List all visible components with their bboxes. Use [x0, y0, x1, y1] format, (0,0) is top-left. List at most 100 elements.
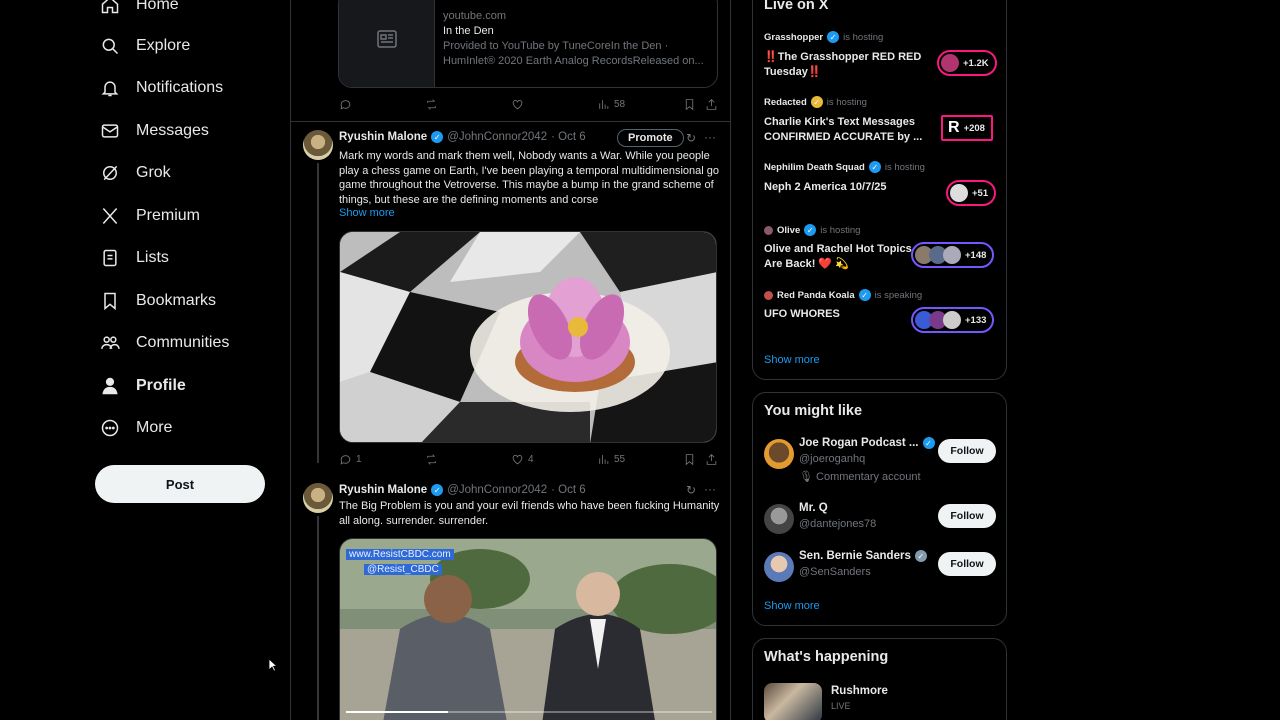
space-host[interactable]: Red Panda Koala ✓ is speaking — [764, 288, 922, 302]
views-button[interactable]: 58 — [597, 98, 625, 111]
grok-analyze-icon[interactable]: ↻ — [684, 483, 698, 497]
tweet-image[interactable] — [339, 231, 717, 443]
nav-communities[interactable]: Communities — [100, 323, 229, 363]
trend-name[interactable]: Rushmore — [831, 685, 888, 697]
nav-profile-label: Profile — [136, 377, 186, 394]
views-icon — [599, 99, 609, 109]
trend-thumbnail[interactable] — [764, 683, 822, 720]
live-title: Live on X — [764, 0, 829, 13]
grok-analyze-icon[interactable]: ↻ — [684, 131, 698, 145]
suggested-user[interactable]: Mr. Q @dantejones78 Follow — [764, 502, 996, 542]
space-host[interactable]: Olive ✓ is hosting — [764, 223, 860, 237]
nav-home-label: Home — [136, 0, 179, 13]
author-handle[interactable]: @JohnConnor2042 — [447, 484, 547, 496]
suggested-user[interactable]: Joe Rogan Podcast ... ✓ @joeroganhq 🎙 Com… — [764, 437, 996, 483]
nav-explore[interactable]: Explore — [100, 26, 190, 66]
suggest-show-more[interactable]: Show more — [764, 600, 820, 612]
show-more-link[interactable]: Show more — [339, 207, 395, 219]
list-icon — [103, 249, 117, 267]
space-host[interactable]: Grasshopper ✓ is hosting — [764, 30, 883, 44]
link-preview-card[interactable]: youtube.com In the Den Provided to YouTu… — [338, 0, 718, 88]
more-options-icon[interactable]: ··· — [703, 482, 717, 496]
thread-line — [317, 516, 319, 720]
space-listeners-pill[interactable]: +148 — [911, 242, 995, 268]
nav-more[interactable]: More — [100, 408, 172, 448]
live-show-more[interactable]: Show more — [764, 354, 820, 366]
reply-icon — [340, 454, 351, 465]
views-button[interactable]: 55 — [597, 453, 625, 466]
avatar[interactable] — [303, 130, 333, 160]
commentary-note-text: Commentary account — [816, 471, 921, 483]
tweet-video[interactable]: www.ResistCBDC.com @Resist_CBDC — [339, 538, 717, 720]
share-icon — [706, 98, 717, 110]
heart-icon — [512, 454, 523, 464]
suggested-user[interactable]: Sen. Bernie Sanders ✓ @SenSanders Follow — [764, 550, 996, 590]
whats-happening-panel: What's happening Rushmore LIVE — [752, 638, 1007, 720]
space-listeners-pill[interactable]: +1.2K — [937, 50, 997, 76]
nav-lists[interactable]: Lists — [100, 238, 169, 278]
nav-bookmarks[interactable]: Bookmarks — [100, 281, 216, 321]
space-listeners-pill[interactable]: +133 — [911, 307, 995, 333]
tweet0-actions: 58 — [339, 96, 719, 112]
suggested-name: Joe Rogan Podcast ... ✓ — [799, 437, 935, 449]
nav-premium[interactable]: Premium — [100, 196, 200, 236]
author-handle[interactable]: @JohnConnor2042 — [447, 131, 547, 143]
suggested-name: Sen. Bernie Sanders ✓ — [799, 550, 927, 562]
repost-button[interactable] — [425, 453, 438, 466]
nav-bookmarks-label: Bookmarks — [136, 292, 217, 309]
bookmark-button[interactable] — [683, 98, 696, 111]
commentary-icon: 🎙 — [799, 471, 817, 483]
share-button[interactable] — [705, 453, 718, 466]
follow-button[interactable]: Follow — [938, 504, 996, 528]
nav-notifications[interactable]: Notifications — [100, 68, 223, 108]
trend-status: LIVE — [831, 701, 851, 711]
like-button[interactable]: 4 — [511, 453, 534, 466]
host-name: Olive — [777, 224, 801, 236]
promote-button[interactable]: Promote — [617, 129, 684, 147]
nav-messages[interactable]: Messages — [100, 111, 209, 151]
author-name[interactable]: Ryushin Malone — [339, 131, 427, 143]
space-title[interactable]: Olive and Rachel Hot Topics Are Back! ❤️… — [764, 242, 929, 271]
like-button[interactable] — [511, 98, 524, 111]
space-title[interactable]: Charlie Kirk's Text Messages CONFIRMED A… — [764, 115, 929, 144]
tweet-date[interactable]: · Oct 6 — [551, 484, 586, 496]
repost-button[interactable] — [425, 98, 438, 111]
follow-button[interactable]: Follow — [938, 439, 996, 463]
space-title[interactable]: UFO WHORES — [764, 307, 929, 322]
grok-icon — [103, 165, 118, 181]
x-logo-icon — [102, 208, 118, 224]
more-options-icon[interactable]: ··· — [703, 130, 717, 144]
avatar[interactable] — [303, 483, 333, 513]
bookmark-button[interactable] — [683, 453, 696, 466]
host-name: Nephilim Death Squad — [764, 161, 865, 173]
suggested-handle: @joeroganhq — [799, 453, 866, 465]
post-button[interactable]: Post — [95, 465, 265, 503]
author-name[interactable]: Ryushin Malone — [339, 484, 427, 496]
nav-home[interactable]: Home — [100, 0, 179, 25]
space-title[interactable]: ‼️The Grasshopper RED RED Tuesday‼️ — [764, 50, 929, 79]
nav-profile[interactable]: Profile — [100, 366, 186, 406]
space-title[interactable]: Neph 2 America 10/7/25 — [764, 180, 929, 195]
nav-messages-label: Messages — [136, 122, 209, 139]
repost-icon — [427, 453, 436, 465]
redacted-logo-icon: R — [948, 119, 960, 136]
tweet-date[interactable]: · Oct 6 — [551, 131, 586, 143]
reply-button[interactable]: 1 — [339, 453, 362, 466]
video-progress-track[interactable] — [346, 711, 712, 713]
host-avatar — [764, 290, 773, 300]
space-host[interactable]: Redacted ✓ is hosting — [764, 95, 867, 109]
nav-grok[interactable]: Grok — [100, 153, 171, 193]
live-on-x-panel: Live on X Grasshopper ✓ is hosting ‼️The G… — [752, 0, 1007, 380]
suggested-name-text: Joe Rogan Podcast ... — [799, 437, 919, 449]
verified-badge-icon: ✓ — [810, 96, 823, 108]
reply-count: 1 — [356, 453, 362, 465]
bookmark-icon — [685, 98, 694, 110]
video-watermark-handle: @Resist_CBDC — [364, 564, 442, 575]
space-listeners-pill[interactable]: +51 — [946, 180, 997, 206]
share-button[interactable] — [705, 98, 718, 111]
follow-button[interactable]: Follow — [938, 552, 996, 576]
space-listeners-pill[interactable]: R +208 — [941, 115, 993, 141]
space-host[interactable]: Nephilim Death Squad ✓ is hosting — [764, 160, 925, 174]
reply-button[interactable] — [339, 98, 352, 111]
verified-badge-icon: ✓ — [827, 31, 840, 43]
